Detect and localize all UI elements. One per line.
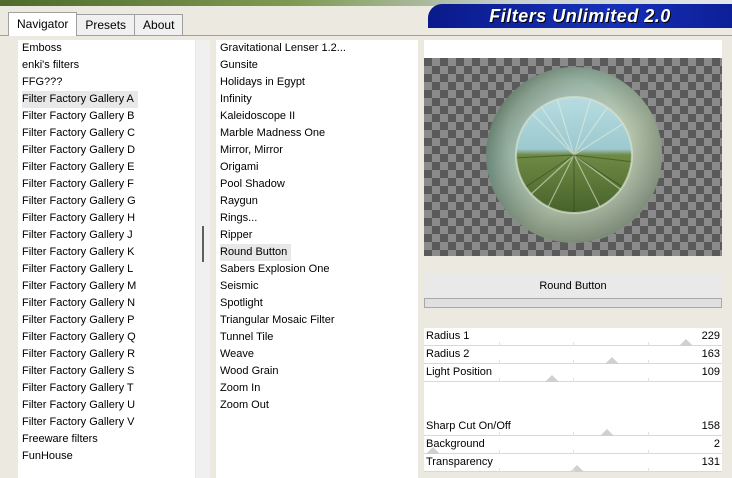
category-item[interactable]: Filter Factory Gallery R bbox=[18, 346, 195, 363]
category-item[interactable]: Filter Factory Gallery H bbox=[18, 210, 195, 227]
tab-bar: Navigator Presets About bbox=[8, 12, 184, 36]
category-item[interactable]: Filter Factory Gallery B bbox=[18, 108, 195, 125]
slider-knob[interactable] bbox=[600, 429, 614, 436]
param-label: Light Position bbox=[426, 366, 493, 378]
param-value: 229 bbox=[701, 330, 720, 342]
slider-knob[interactable] bbox=[679, 339, 693, 346]
category-scrollbar[interactable] bbox=[196, 40, 210, 478]
slider-knob[interactable] bbox=[545, 375, 559, 382]
category-item[interactable]: FunHouse bbox=[18, 448, 195, 465]
category-item[interactable]: Filter Factory Gallery K bbox=[18, 244, 195, 261]
tab-divider bbox=[0, 35, 732, 36]
filter-item[interactable]: Sabers Explosion One bbox=[216, 261, 418, 278]
param-transparency[interactable]: Transparency 131 bbox=[424, 454, 722, 472]
category-item-selected[interactable]: Filter Factory Gallery A bbox=[22, 91, 138, 108]
param-value: 2 bbox=[713, 438, 720, 450]
filter-item[interactable]: Tunnel Tile bbox=[216, 329, 418, 346]
filter-item-selected[interactable]: Round Button bbox=[220, 244, 292, 261]
slider-knob[interactable] bbox=[426, 447, 440, 454]
param-light-position[interactable]: Light Position 109 bbox=[424, 364, 722, 382]
category-item[interactable]: Filter Factory Gallery N bbox=[18, 295, 195, 312]
param-background[interactable]: Background 2 bbox=[424, 436, 722, 454]
slider-tick bbox=[648, 468, 649, 472]
round-button-preview-image bbox=[486, 67, 662, 243]
param-value: 109 bbox=[701, 366, 720, 378]
tab-about[interactable]: About bbox=[134, 14, 184, 36]
category-item[interactable]: FFG??? bbox=[18, 74, 195, 91]
filter-item[interactable]: Gunsite bbox=[216, 57, 418, 74]
empty-param-row bbox=[424, 400, 722, 418]
app-title-banner: Filters Unlimited 2.0 bbox=[428, 4, 732, 28]
preview-canvas bbox=[424, 58, 722, 256]
slider-tick bbox=[499, 468, 500, 472]
category-item[interactable]: Filter Factory Gallery V bbox=[18, 414, 195, 431]
category-item[interactable]: Freeware filters bbox=[18, 431, 195, 448]
filter-item[interactable]: Zoom In bbox=[216, 380, 418, 397]
param-label: Transparency bbox=[426, 456, 493, 468]
preview-header bbox=[424, 40, 722, 58]
current-filter-name: Round Button bbox=[424, 274, 722, 298]
tab-navigator[interactable]: Navigator bbox=[8, 12, 78, 36]
category-item[interactable]: Filter Factory Gallery E bbox=[18, 159, 195, 176]
filter-item[interactable]: Raygun bbox=[216, 193, 418, 210]
scrollbar-thumb[interactable] bbox=[202, 226, 204, 262]
param-label: Radius 2 bbox=[426, 348, 470, 360]
category-item[interactable]: Filter Factory Gallery M bbox=[18, 278, 195, 295]
param-label: Sharp Cut On/Off bbox=[426, 420, 511, 432]
category-item[interactable]: Filter Factory Gallery P bbox=[18, 312, 195, 329]
filter-item[interactable]: Ripper bbox=[216, 227, 418, 244]
category-item[interactable]: Filter Factory Gallery T bbox=[18, 380, 195, 397]
category-item[interactable]: Filter Factory Gallery Q bbox=[18, 329, 195, 346]
param-label: Radius 1 bbox=[426, 330, 470, 342]
app-title: Filters Unlimited 2.0 bbox=[489, 5, 671, 26]
param-value: 131 bbox=[701, 456, 720, 468]
filter-item[interactable]: Pool Shadow bbox=[216, 176, 418, 193]
filter-item[interactable]: Holidays in Egypt bbox=[216, 74, 418, 91]
category-item[interactable]: Filter Factory Gallery G bbox=[18, 193, 195, 210]
filter-item[interactable]: Triangular Mosaic Filter bbox=[216, 312, 418, 329]
filter-item[interactable]: Gravitational Lenser 1.2... bbox=[216, 40, 418, 57]
category-item[interactable]: enki's filters bbox=[18, 57, 195, 74]
category-item[interactable]: Filter Factory Gallery F bbox=[18, 176, 195, 193]
param-radius-2[interactable]: Radius 2 163 bbox=[424, 346, 722, 364]
slider-knob[interactable] bbox=[605, 357, 619, 364]
category-item[interactable]: Filter Factory Gallery D bbox=[18, 142, 195, 159]
filter-item[interactable]: Round Button bbox=[216, 244, 418, 261]
filter-item[interactable]: Marble Madness One bbox=[216, 125, 418, 142]
param-sharp-cut[interactable]: Sharp Cut On/Off 158 bbox=[424, 418, 722, 436]
category-item[interactable]: Filter Factory Gallery U bbox=[18, 397, 195, 414]
progress-bar bbox=[424, 298, 722, 308]
filter-item[interactable]: Kaleidoscope II bbox=[216, 108, 418, 125]
tab-presets[interactable]: Presets bbox=[76, 14, 136, 36]
filter-item[interactable]: Mirror, Mirror bbox=[216, 142, 418, 159]
slider-tick bbox=[573, 468, 574, 472]
param-value: 163 bbox=[701, 348, 720, 360]
filter-item[interactable]: Zoom Out bbox=[216, 397, 418, 414]
filter-list[interactable]: Gravitational Lenser 1.2... Gunsite Holida… bbox=[216, 40, 418, 478]
empty-param-row bbox=[424, 382, 722, 400]
category-item[interactable]: Filter Factory Gallery S bbox=[18, 363, 195, 380]
category-item[interactable]: Emboss bbox=[18, 40, 195, 57]
filter-item[interactable]: Spotlight bbox=[216, 295, 418, 312]
filter-item[interactable]: Wood Grain bbox=[216, 363, 418, 380]
filter-item[interactable]: Weave bbox=[216, 346, 418, 363]
param-value: 158 bbox=[701, 420, 720, 432]
category-item[interactable]: Filter Factory Gallery J bbox=[18, 227, 195, 244]
filter-item[interactable]: Origami bbox=[216, 159, 418, 176]
category-item[interactable]: Filter Factory Gallery C bbox=[18, 125, 195, 142]
param-radius-1[interactable]: Radius 1 229 bbox=[424, 328, 722, 346]
filter-item[interactable]: Seismic bbox=[216, 278, 418, 295]
category-list[interactable]: Emboss enki's filters FFG??? Filter Factory… bbox=[18, 40, 195, 478]
filter-item[interactable]: Infinity bbox=[216, 91, 418, 108]
category-item[interactable]: Filter Factory Gallery A bbox=[18, 91, 195, 108]
filter-item[interactable]: Rings... bbox=[216, 210, 418, 227]
category-item[interactable]: Filter Factory Gallery L bbox=[18, 261, 195, 278]
